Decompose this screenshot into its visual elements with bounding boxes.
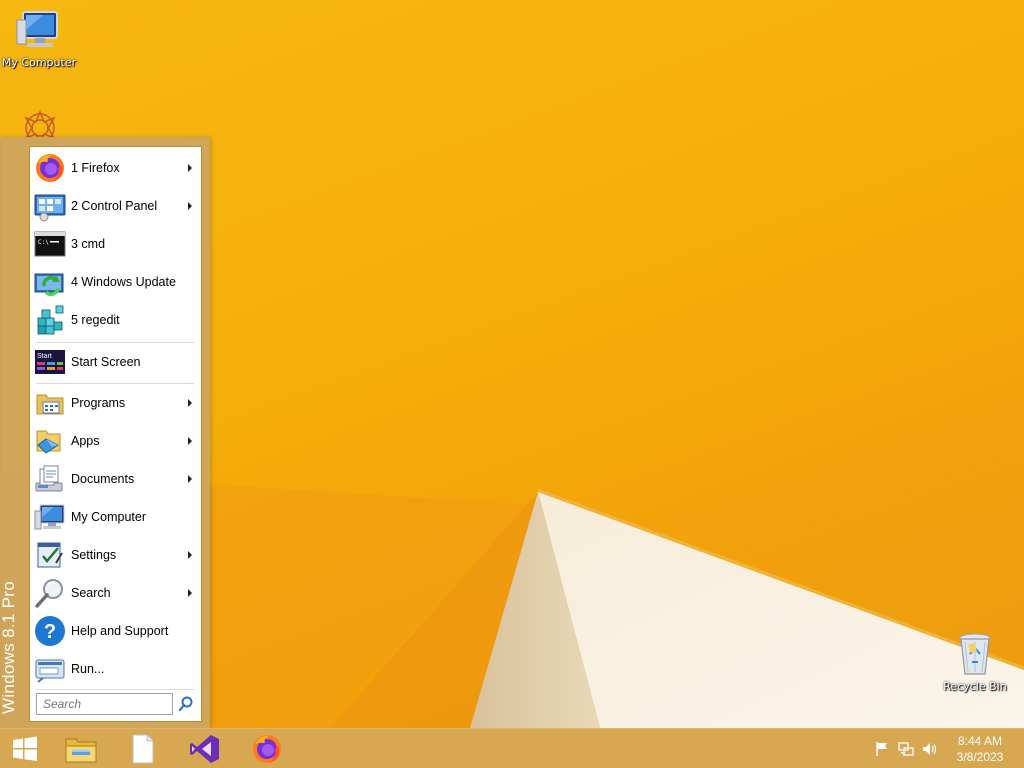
submenu-arrow-icon [188,202,192,210]
menu-item-label: 5 regedit [71,313,120,327]
apps-icon [34,425,66,457]
control-panel-icon [34,190,66,222]
submenu-arrow-icon [188,475,192,483]
menu-item-search[interactable]: Search [34,575,198,611]
volume-icon[interactable] [922,741,938,757]
desktop-icon-label: Recycle Bin [943,680,1007,693]
taskbar-firefox[interactable] [242,729,292,768]
menu-separator [36,689,194,690]
menu-item-label: 2 Control Panel [71,199,158,213]
start-menu: Windows 8.1 Pro 1 Firefox 2 Control Pane… [0,137,210,728]
submenu-arrow-icon [188,164,192,172]
action-center-flag-icon[interactable] [874,741,890,757]
recycle-bin-icon [951,630,999,678]
svg-text:Start: Start [37,353,52,360]
taskbar-clock[interactable]: 8:44 AM 3/8/2023 [946,733,1014,765]
visual-studio-icon [190,735,219,763]
menu-separator [36,342,194,343]
menu-item-label: Run... [71,662,105,676]
menu-item-documents[interactable]: Documents [34,461,198,497]
firefox-icon [34,152,66,184]
menu-item-regedit[interactable]: 5 regedit [34,302,198,338]
documents-icon [34,463,66,495]
menu-item-label: My Computer [71,510,147,524]
menu-item-start-screen[interactable]: Start Start Screen [34,344,198,380]
menu-item-windows-update[interactable]: 4 Windows Update [34,264,198,300]
menu-item-run[interactable]: Run... [34,651,198,687]
taskbar-file-explorer[interactable] [56,729,106,768]
magnifier-icon [178,696,193,712]
start-menu-banner: Windows 8.1 Pro [0,138,29,728]
run-icon [34,653,66,685]
menu-item-apps[interactable]: Apps [34,423,198,459]
menu-item-label: 4 Windows Update [71,275,176,289]
menu-item-cmd[interactable]: C:\ 3 cmd [34,226,198,262]
cmd-icon: C:\ [34,228,66,260]
os-edition-label: Windows 8.1 Pro [0,581,18,714]
taskbar-visual-studio[interactable] [180,729,230,768]
clock-date: 3/8/2023 [956,750,1004,764]
submenu-arrow-icon [188,437,192,445]
search-icon [34,577,66,609]
taskbar-notepad[interactable] [118,729,168,768]
menu-item-label: 1 Firefox [71,161,120,175]
windows-update-icon [34,266,66,298]
desktop-icon-my-computer[interactable]: My Computer [0,6,79,69]
svg-text:C:\: C:\ [38,239,49,246]
menu-item-label: Apps [71,434,100,448]
menu-item-label: Programs [71,396,126,410]
file-explorer-icon [65,738,97,763]
search-button[interactable] [177,695,195,713]
start-menu-panel: 1 Firefox 2 Control Panel C:\ 3 cmd 4 Wi… [29,146,202,722]
computer-icon [15,6,63,54]
svg-text:?: ? [44,621,56,643]
menu-item-label: Start Screen [71,355,141,369]
clock-time: 8:44 AM [957,734,1003,748]
desktop-icon-label: My Computer [1,56,77,69]
desktop-icon-recycle-bin[interactable]: Recycle Bin [935,630,1015,693]
menu-separator [36,383,194,384]
menu-item-settings[interactable]: Settings [34,537,198,573]
menu-item-label: 3 cmd [71,237,106,251]
firefox-icon [253,735,281,763]
menu-item-label: Search [71,586,111,600]
menu-item-control-panel[interactable]: 2 Control Panel [34,188,198,224]
taskbar: 8:44 AM 3/8/2023 [0,728,1024,768]
start-button[interactable] [0,729,50,768]
menu-item-help-and-support[interactable]: ? Help and Support [34,613,198,649]
menu-item-label: Help and Support [71,624,169,638]
network-icon[interactable] [898,741,914,757]
notepad-icon [132,734,154,764]
start-menu-search-input[interactable] [36,693,173,715]
menu-item-firefox[interactable]: 1 Firefox [34,150,198,186]
menu-item-programs[interactable]: Programs [34,385,198,421]
programs-icon [34,387,66,419]
menu-item-label: Settings [71,548,117,562]
regedit-icon [34,304,66,336]
menu-item-label: Documents [71,472,135,486]
computer-icon [34,501,66,533]
settings-icon [34,539,66,571]
help-icon: ? [34,615,66,647]
menu-item-my-computer[interactable]: My Computer [34,499,198,535]
windows-start-icon [13,736,37,761]
submenu-arrow-icon [188,399,192,407]
submenu-arrow-icon [188,589,192,597]
start-screen-icon: Start [34,346,66,378]
submenu-arrow-icon [188,551,192,559]
